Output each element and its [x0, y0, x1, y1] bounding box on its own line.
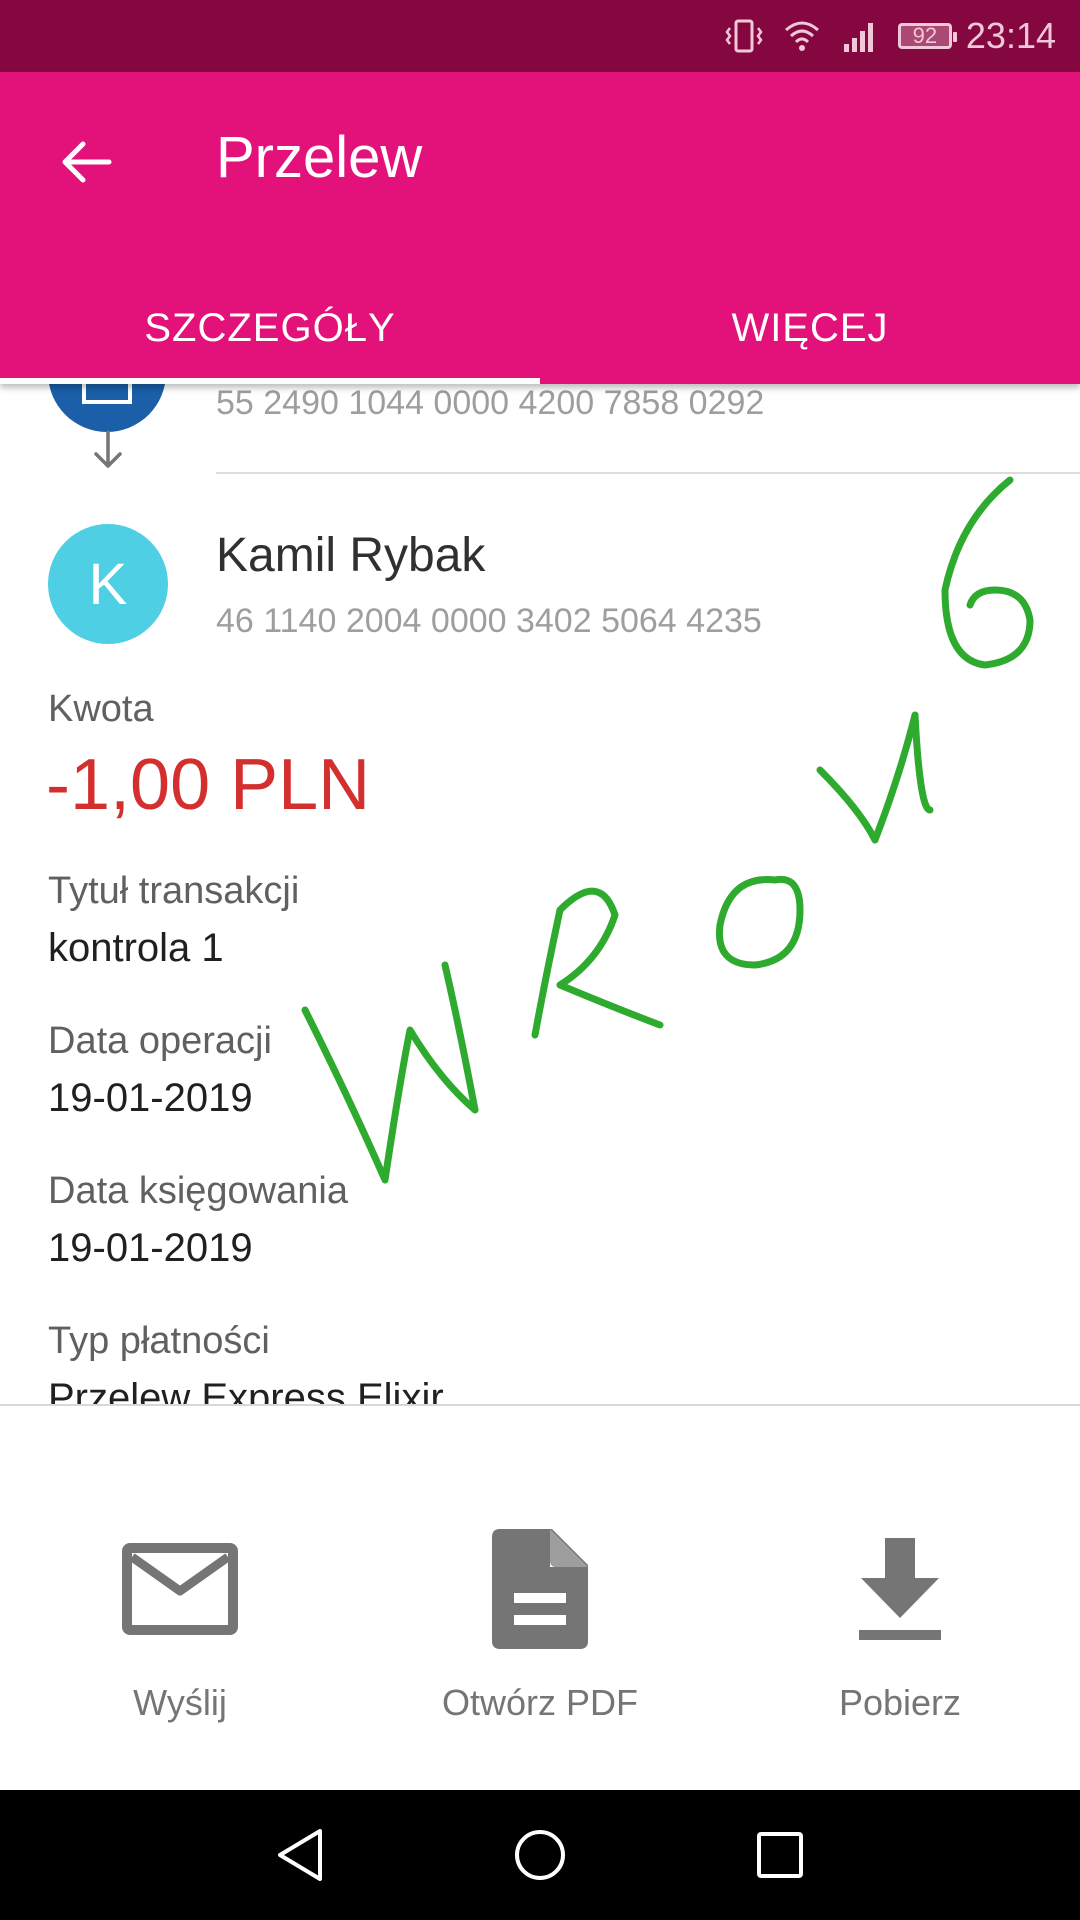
divider: [216, 472, 1080, 474]
amount-label: Kwota: [48, 688, 154, 730]
app-bar: Przelew SZCZEGÓŁY WIĘCEJ: [0, 72, 1080, 384]
download-button[interactable]: Pobierz: [720, 1406, 1080, 1790]
circle-home-icon: [515, 1830, 565, 1880]
arrow-down-icon: [94, 430, 122, 468]
status-bar: 92 23:14: [0, 0, 1080, 72]
recipient-avatar: K: [48, 524, 168, 644]
mail-icon: [122, 1543, 238, 1635]
send-button[interactable]: Wyślij: [0, 1406, 360, 1790]
wifi-icon: [784, 21, 819, 51]
posting-date-value: 19-01-2019: [48, 1226, 253, 1270]
tab-wiecej[interactable]: WIĘCEJ: [540, 272, 1080, 384]
title-value: kontrola 1: [48, 926, 224, 970]
tab-label: SZCZEGÓŁY: [144, 305, 396, 350]
download-label: Pobierz: [838, 1682, 962, 1723]
amount-value: -1,00 PLN: [46, 745, 371, 825]
system-nav-bar: [0, 1790, 1080, 1920]
tab-bar: SZCZEGÓŁY WIĘCEJ: [0, 272, 1080, 384]
payment-type-label: Typ płatności: [48, 1320, 270, 1362]
battery-icon: 92: [897, 23, 957, 49]
back-button[interactable]: [50, 127, 120, 197]
recipient-initial: K: [88, 551, 128, 617]
download-icon: [859, 1538, 941, 1640]
sender-avatar: [48, 384, 166, 432]
triangle-back-icon: [278, 1829, 322, 1881]
card-icon: [82, 384, 132, 404]
operation-date-label: Data operacji: [48, 1020, 272, 1062]
nav-recents-button[interactable]: [740, 1820, 820, 1890]
sender-account-number: 55 2490 1044 0000 4200 7858 0292: [216, 384, 765, 422]
transfer-details[interactable]: 55 2490 1044 0000 4200 7858 0292 K Kamil…: [0, 384, 1080, 1404]
open-pdf-label: Otwórz PDF: [441, 1682, 638, 1723]
battery-level: 92: [912, 23, 938, 48]
page-title: Przelew: [216, 125, 423, 190]
document-icon: [492, 1529, 588, 1649]
signal-icon: [843, 23, 873, 52]
square-recents-icon: [757, 1832, 803, 1878]
tab-szczegoly[interactable]: SZCZEGÓŁY: [0, 272, 540, 384]
recipient-account-number: 46 1140 2004 0000 3402 5064 4235: [216, 602, 762, 640]
nav-home-button[interactable]: [500, 1820, 580, 1890]
posting-date-label: Data księgowania: [48, 1170, 348, 1212]
recipient-name: Kamil Rybak: [216, 529, 486, 582]
status-icons: 92: [724, 18, 957, 54]
open-pdf-button[interactable]: Otwórz PDF: [360, 1406, 720, 1790]
tab-label: WIĘCEJ: [731, 305, 889, 350]
arrow-left-icon: [62, 141, 112, 183]
payment-type-value: Przelew Express Elixir: [48, 1376, 444, 1404]
vibrate-icon: [725, 19, 763, 53]
operation-date-value: 19-01-2019: [48, 1076, 253, 1120]
clock: 23:14: [965, 15, 1056, 56]
nav-back-button[interactable]: [260, 1820, 340, 1890]
send-label: Wyślij: [133, 1682, 227, 1723]
action-bar: Wyślij Otwórz PDF Pobierz: [0, 1406, 1080, 1790]
title-label: Tytuł transakcji: [48, 870, 300, 912]
